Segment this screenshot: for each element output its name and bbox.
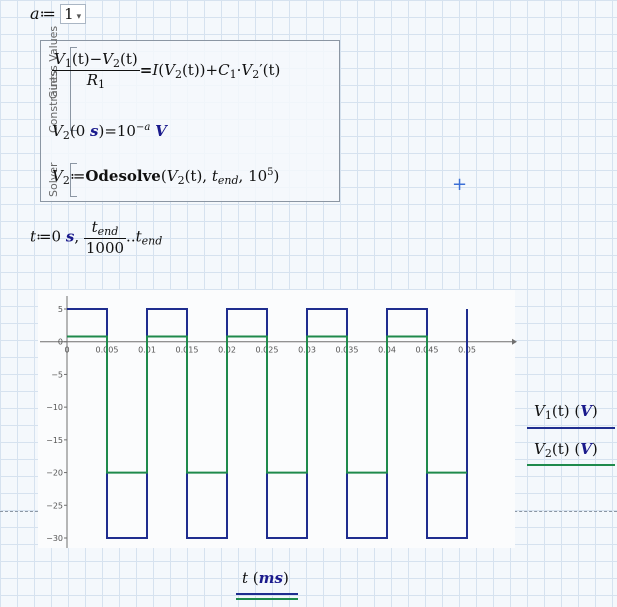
y-tick-label: 0 bbox=[58, 338, 63, 347]
y-tick-label: −5 bbox=[51, 370, 63, 379]
y-tick-label: −15 bbox=[46, 436, 63, 445]
x-label-underline-v1 bbox=[236, 593, 298, 595]
x-tick-label: 0 bbox=[64, 346, 69, 355]
x-label-underline-v2 bbox=[236, 598, 298, 600]
legend-v2: V2(t) (V) bbox=[534, 440, 598, 460]
x-axis-label: t (ms) bbox=[242, 569, 289, 587]
line-chart: 50−5−10−15−20−25−300 0.005 0.01 0.015 0.02 0.… bbox=[40, 296, 517, 548]
y-tick-label: −20 bbox=[46, 469, 63, 478]
y-tick-label: −10 bbox=[46, 403, 63, 412]
y-tick-label: −30 bbox=[46, 534, 63, 543]
x-axis-arrow-icon bbox=[512, 338, 517, 345]
legend-v1-swatch bbox=[527, 427, 615, 429]
y-tick-label: −25 bbox=[46, 501, 63, 510]
y-tick-label: 5 bbox=[58, 305, 63, 314]
series-v2-line bbox=[67, 335, 467, 474]
legend-v1: V1(t) (V) bbox=[534, 402, 598, 422]
legend-v2-swatch bbox=[527, 464, 615, 466]
